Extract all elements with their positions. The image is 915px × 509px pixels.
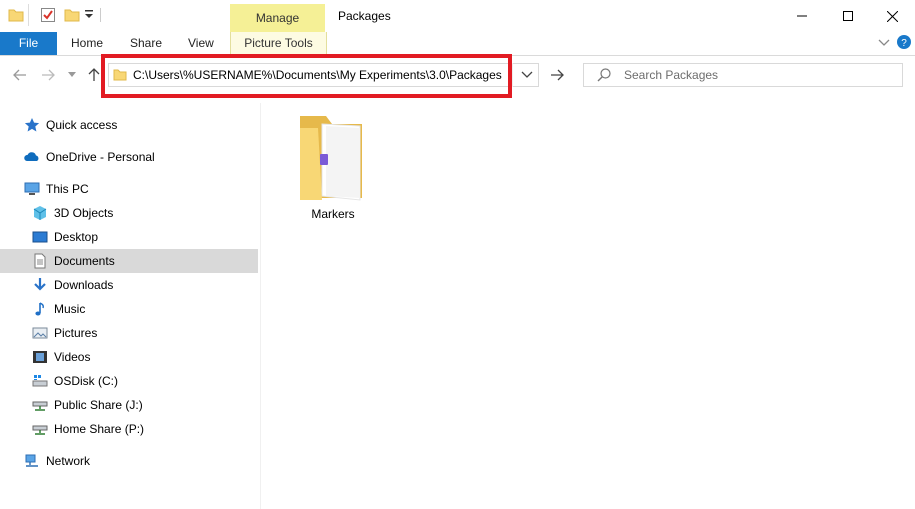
close-button[interactable]	[869, 0, 915, 32]
star-icon	[24, 117, 40, 133]
help-icon: ?	[897, 35, 911, 49]
sidebar-item-documents[interactable]: Documents	[0, 249, 258, 273]
address-dropdown-button[interactable]	[512, 63, 540, 87]
search-input[interactable]: Search Packages	[624, 63, 718, 87]
properties-icon[interactable]	[40, 7, 56, 26]
sidebar-item-osdisk[interactable]: OSDisk (C:)	[32, 369, 118, 393]
tab-home[interactable]: Home	[71, 32, 103, 55]
disk-icon	[32, 373, 48, 389]
document-icon	[32, 253, 48, 269]
network-icon	[24, 453, 40, 469]
navigation-pane: Quick access OneDrive - Personal This PC…	[0, 103, 261, 509]
help-button[interactable]: ?	[897, 35, 911, 52]
desktop-icon	[32, 229, 48, 245]
chevron-down-icon	[68, 72, 76, 77]
svg-text:?: ?	[901, 38, 907, 49]
maximize-icon	[843, 11, 853, 21]
video-icon	[32, 349, 48, 365]
arrow-right-icon	[551, 69, 564, 81]
address-highlight-annotation	[101, 54, 512, 98]
window-title: Packages	[338, 9, 391, 23]
download-icon	[32, 277, 48, 293]
sidebar-item-this-pc[interactable]: This PC	[24, 177, 89, 201]
sidebar-item-onedrive[interactable]: OneDrive - Personal	[24, 145, 155, 169]
music-icon	[32, 301, 48, 317]
cloud-icon	[24, 149, 40, 165]
sidebar-item-desktop[interactable]: Desktop	[32, 225, 98, 249]
tab-picture-tools[interactable]: Picture Tools	[230, 32, 327, 55]
new-folder-icon[interactable]	[64, 7, 80, 26]
sidebar-item-quick-access[interactable]: Quick access	[24, 113, 117, 137]
sidebar-item-downloads[interactable]: Downloads	[32, 273, 113, 297]
qat-dropdown-icon[interactable]	[84, 8, 94, 23]
arrow-up-icon	[88, 68, 100, 81]
folder-icon	[8, 7, 24, 26]
tab-view[interactable]: View	[188, 32, 214, 55]
folder-label: Markers	[311, 207, 355, 221]
folder-item-markers[interactable]	[296, 112, 368, 204]
network-drive-icon	[32, 397, 48, 413]
forward-button[interactable]	[37, 63, 59, 87]
chevron-down-icon	[878, 39, 890, 46]
tab-share[interactable]: Share	[130, 32, 162, 55]
title-divider	[100, 8, 101, 22]
recent-locations-button[interactable]	[62, 63, 82, 87]
sidebar-item-public-share[interactable]: Public Share (J:)	[32, 393, 143, 417]
sidebar-item-3d-objects[interactable]: 3D Objects	[32, 201, 113, 225]
sidebar-item-home-share[interactable]: Home Share (P:)	[32, 417, 144, 441]
sidebar-item-videos[interactable]: Videos	[32, 345, 90, 369]
sidebar-item-pictures[interactable]: Pictures	[32, 321, 97, 345]
folder-icon	[300, 116, 362, 201]
search-icon	[597, 68, 611, 85]
go-button[interactable]	[544, 63, 570, 87]
back-button[interactable]	[9, 63, 31, 87]
tab-manage[interactable]: Manage	[230, 4, 325, 32]
pictures-icon	[32, 325, 48, 341]
arrow-left-icon	[13, 69, 26, 81]
qat-divider	[28, 4, 29, 26]
computer-icon	[24, 181, 40, 197]
title-bar	[0, 0, 915, 32]
sidebar-item-music[interactable]: Music	[32, 297, 85, 321]
minimize-button[interactable]	[779, 0, 825, 32]
tab-file[interactable]: File	[0, 32, 57, 55]
chevron-down-icon	[521, 71, 532, 78]
sidebar-item-network[interactable]: Network	[24, 449, 90, 473]
arrow-right-icon	[42, 69, 55, 81]
minimize-icon	[797, 15, 807, 17]
network-drive-icon	[32, 421, 48, 437]
expand-ribbon-button[interactable]	[878, 37, 890, 51]
maximize-button[interactable]	[825, 0, 871, 32]
close-icon	[886, 10, 898, 22]
cube-icon	[32, 205, 48, 221]
